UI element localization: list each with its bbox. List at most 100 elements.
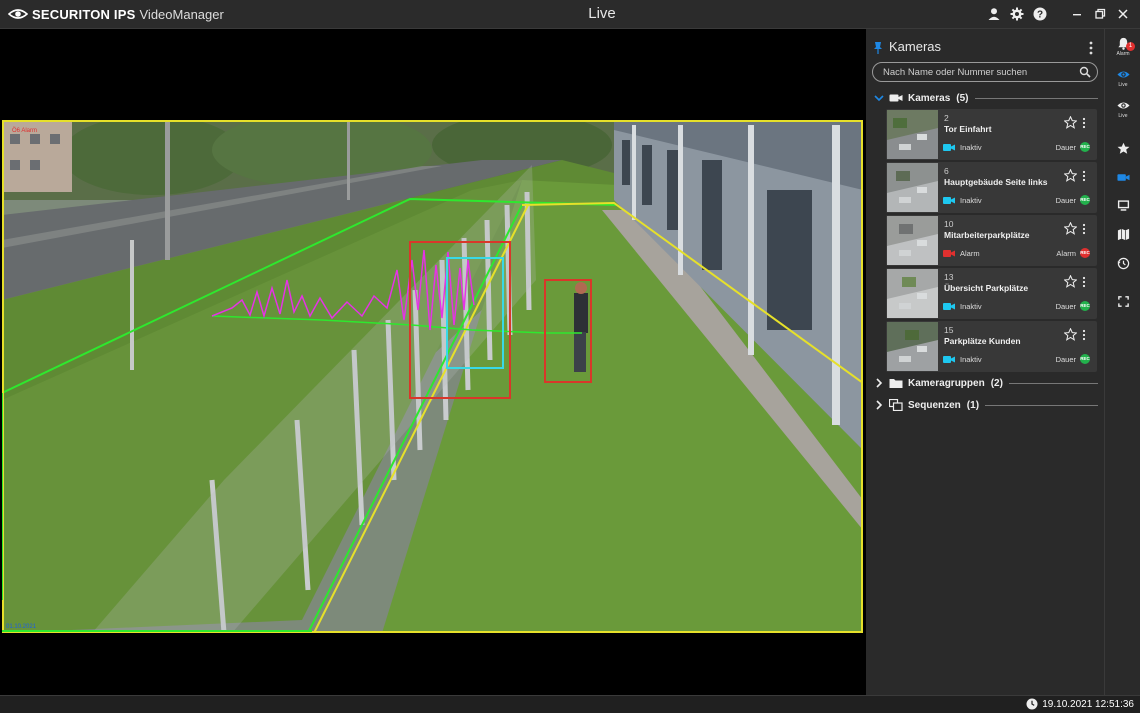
camera-card[interactable]: 10 Mitarbeiterparkplätze Alarm Alarm REC	[886, 215, 1097, 266]
camera-more-icon[interactable]	[1081, 170, 1087, 182]
star-outline-icon[interactable]	[1064, 328, 1077, 341]
recording-indicator: REC	[1080, 248, 1090, 258]
close-icon[interactable]	[1112, 4, 1134, 24]
camera-name: Parkplätze Kunden	[944, 336, 1021, 346]
camera-thumbnail[interactable]	[887, 322, 938, 371]
camera-name: Tor Einfahrt	[944, 124, 992, 134]
rail-alarm-button[interactable]: Alarm 1	[1105, 33, 1140, 61]
star-outline-icon[interactable]	[1064, 222, 1077, 235]
group-label: Kameras	[908, 92, 951, 104]
help-icon[interactable]: ?	[1029, 4, 1051, 24]
group-divider	[985, 404, 1098, 406]
camera-number: 15	[944, 325, 954, 335]
logo-eye-icon	[8, 9, 28, 19]
brand-name: SECURITON IPS	[32, 6, 136, 22]
sequence-icon	[889, 399, 903, 411]
recording-indicator: REC	[1080, 301, 1090, 311]
rail-favorites-button[interactable]	[1105, 134, 1140, 162]
camera-more-icon[interactable]	[1081, 276, 1087, 288]
rail-fullscreen-button[interactable]	[1105, 287, 1140, 315]
video-overlay-top: Ö6 Alarm	[12, 127, 37, 134]
star-outline-icon[interactable]	[1064, 169, 1077, 182]
group-sequences[interactable]: Sequenzen (1)	[866, 396, 1104, 414]
status-bar: 19.10.2021 12:51:36	[0, 695, 1140, 713]
camera-card[interactable]: 15 Parkplätze Kunden Inaktiv Dauer REC	[886, 321, 1097, 372]
eye-icon	[1116, 102, 1130, 109]
camera-panel: Kameras Kameras (5) 2Tor Einfahrt Inaktiv…	[866, 29, 1104, 695]
recording-mode: Dauer	[1055, 143, 1076, 152]
camera-scene: Ö6 Alarm 01.10.2021	[2, 120, 863, 633]
group-camera-groups[interactable]: Kameragruppen (2)	[866, 374, 1104, 392]
status-datetime: 19.10.2021 12:51:36	[1042, 698, 1134, 710]
product-name: VideoManager	[139, 6, 224, 22]
camera-search[interactable]	[872, 62, 1098, 82]
panel-header: Kameras	[866, 37, 1104, 59]
camera-card[interactable]: 6 Hauptgebäude Seite links Inaktiv Dauer REC	[886, 162, 1097, 213]
group-label: Kameragruppen	[908, 377, 985, 389]
rail-live-button-2[interactable]: Live	[1105, 95, 1140, 123]
minimize-icon[interactable]	[1066, 4, 1088, 24]
recording-mode: Alarm	[1056, 249, 1076, 258]
recording-mode: Dauer	[1055, 302, 1076, 311]
recording-mode: Dauer	[1055, 196, 1076, 205]
title-bar: SECURITON IPS VideoManager Live ?	[0, 0, 1140, 29]
camera-status: Inaktiv	[960, 302, 982, 311]
camera-status-icon	[943, 250, 955, 257]
chevron-right-icon[interactable]	[872, 398, 886, 412]
camera-more-icon[interactable]	[1081, 223, 1087, 235]
camera-more-icon[interactable]	[1081, 117, 1087, 129]
recording-indicator: REC	[1080, 354, 1090, 364]
camera-name: Hauptgebäude Seite links	[944, 177, 1048, 187]
camera-thumbnail[interactable]	[887, 269, 938, 318]
group-count: (2)	[990, 377, 1003, 389]
camera-name: Mitarbeiterparkplätze	[944, 230, 1030, 240]
camera-live-view[interactable]: Ö6 Alarm 01.10.2021	[2, 120, 863, 633]
camera-thumbnail[interactable]	[887, 163, 938, 212]
rail-monitor-button[interactable]	[1105, 191, 1140, 219]
recording-mode: Dauer	[1055, 355, 1076, 364]
clock-icon	[1026, 698, 1038, 710]
camera-status: Alarm	[960, 249, 980, 258]
camera-thumbnail[interactable]	[887, 216, 938, 265]
live-video-area[interactable]: Ö6 Alarm 01.10.2021	[0, 29, 866, 695]
eye-icon	[1116, 71, 1130, 78]
camera-more-icon[interactable]	[1081, 329, 1087, 341]
rail-label: Live	[1118, 82, 1128, 88]
pin-icon[interactable]	[873, 41, 883, 55]
search-icon[interactable]	[1079, 66, 1091, 78]
rail-live-button-1[interactable]: Live	[1105, 64, 1140, 92]
camera-status-icon	[943, 303, 955, 310]
star-outline-icon[interactable]	[1064, 116, 1077, 129]
star-icon	[1117, 142, 1129, 154]
search-input[interactable]	[883, 65, 1073, 79]
star-outline-icon[interactable]	[1064, 275, 1077, 288]
chevron-right-icon[interactable]	[872, 376, 886, 390]
camera-status-icon	[943, 356, 955, 363]
fullscreen-icon	[1117, 295, 1129, 307]
panel-more-icon[interactable]	[1086, 40, 1096, 56]
view-title: Live	[588, 5, 616, 22]
camera-number: 6	[944, 166, 949, 176]
group-cameras[interactable]: Kameras (5)	[866, 89, 1104, 107]
video-overlay-bottom: 01.10.2021	[6, 624, 37, 630]
camera-thumbnail[interactable]	[887, 110, 938, 159]
group-count: (1)	[966, 399, 980, 411]
rail-history-button[interactable]	[1105, 249, 1140, 277]
rail-label: Live	[1118, 113, 1128, 119]
camera-number: 10	[944, 219, 954, 229]
rail-map-button[interactable]	[1105, 220, 1140, 248]
camera-number: 2	[944, 113, 949, 123]
restore-icon[interactable]	[1089, 4, 1111, 24]
camera-name: Übersicht Parkplätze	[944, 283, 1029, 293]
user-icon[interactable]	[983, 4, 1005, 24]
gear-icon[interactable]	[1006, 4, 1028, 24]
rail-cameras-button[interactable]	[1105, 163, 1140, 191]
camera-status: Inaktiv	[960, 196, 982, 205]
svg-text:?: ?	[1037, 10, 1043, 21]
panel-title: Kameras	[889, 39, 942, 54]
camera-card[interactable]: 13 Übersicht Parkplätze Inaktiv Dauer REC	[886, 268, 1097, 319]
folder-icon	[889, 379, 903, 388]
camera-card[interactable]: 2 Tor Einfahrt Inaktiv Dauer REC	[886, 109, 1097, 160]
chevron-down-icon[interactable]	[872, 91, 886, 105]
app-logo: SECURITON IPS VideoManager	[8, 5, 224, 23]
